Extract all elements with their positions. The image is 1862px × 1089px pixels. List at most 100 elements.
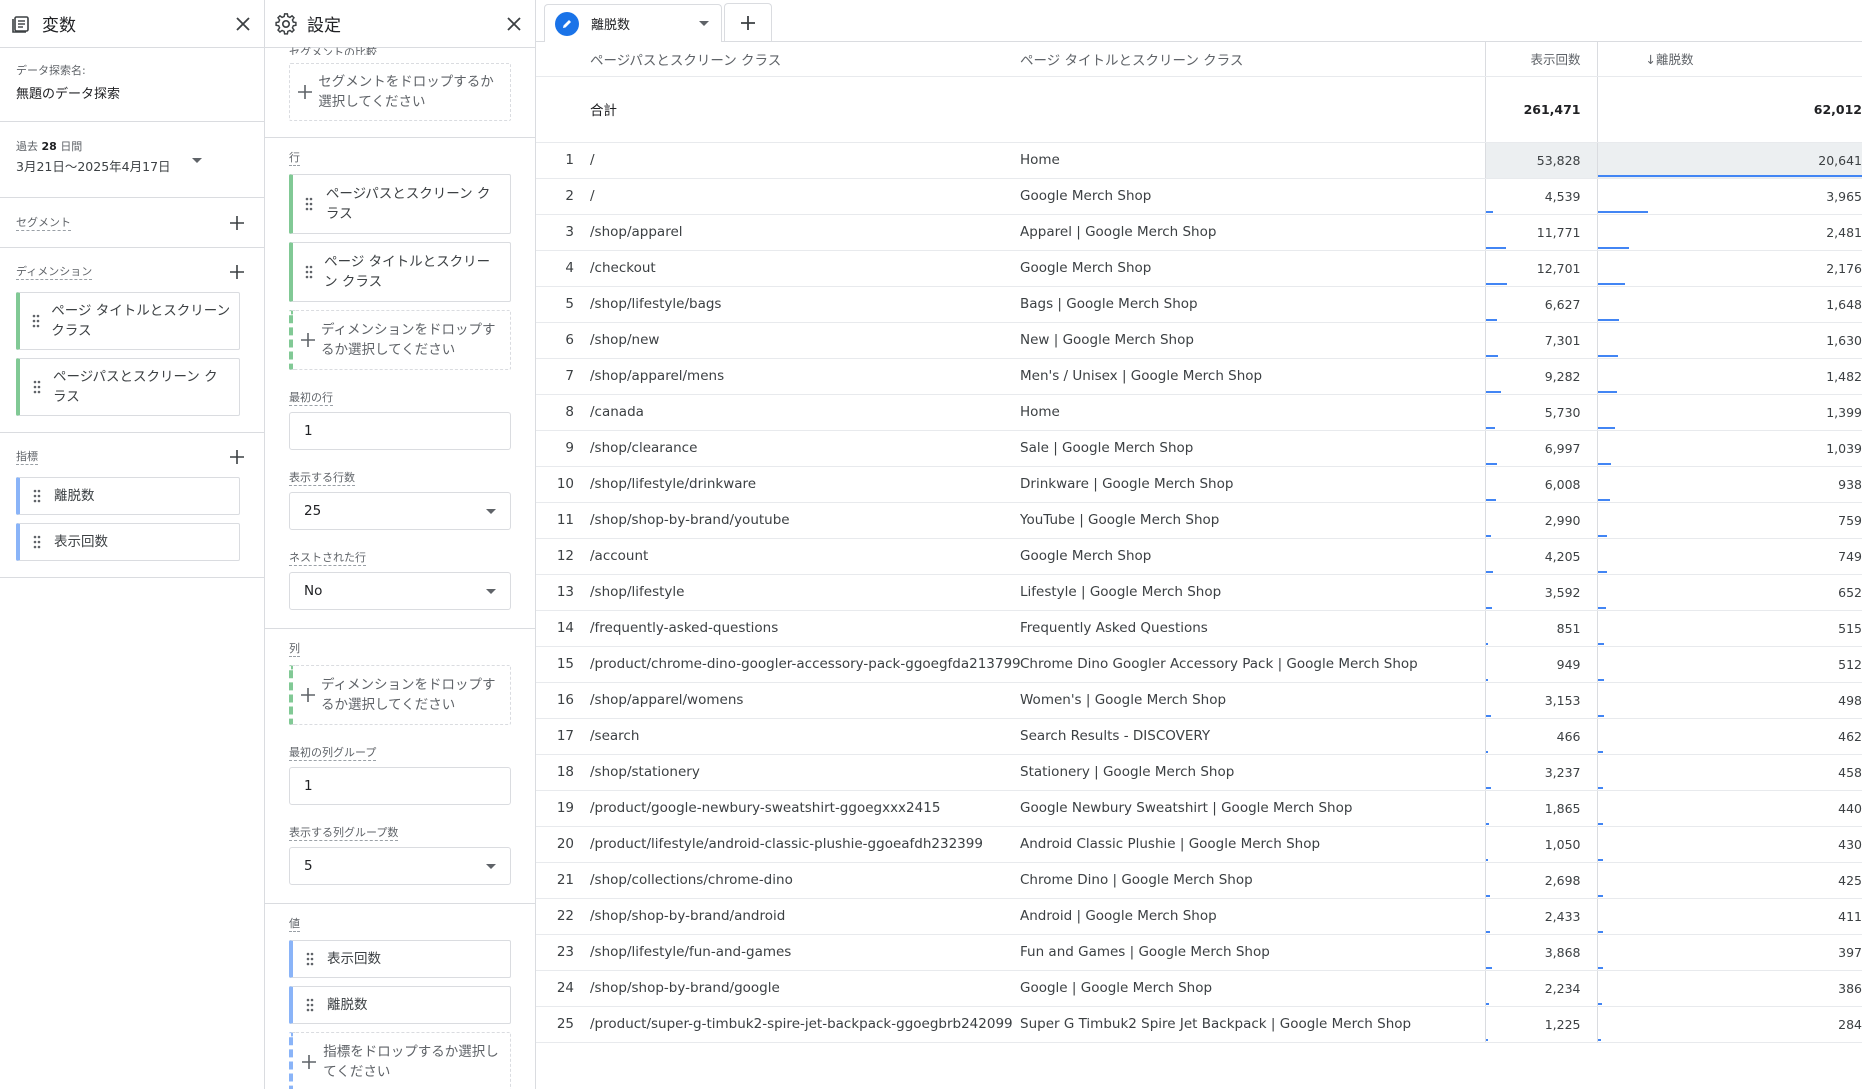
table-row[interactable]: 8/canada Home 5,730 1,399 xyxy=(536,394,1862,431)
table-row[interactable]: 20/product/lifestyle/android-classic-plu… xyxy=(536,826,1862,863)
header-views[interactable]: 表示回数 xyxy=(1484,42,1597,77)
close-icon[interactable] xyxy=(232,13,254,35)
dimension-chip[interactable]: ページ タイトルとスクリーン クラス xyxy=(16,292,240,350)
table-row[interactable]: 25/product/super-g-timbuk2-spire-jet-bac… xyxy=(536,1006,1862,1043)
tab-bar: 離脱数 xyxy=(536,0,1862,42)
show-col-groups-select[interactable]: 5 xyxy=(289,847,511,885)
cell-views: 3,237 xyxy=(1484,754,1597,791)
exits-bar xyxy=(1598,714,1604,717)
cell-path: /shop/lifestyle/drinkware xyxy=(590,466,1020,503)
cell-views: 6,008 xyxy=(1484,466,1597,503)
row-index: 16 xyxy=(536,682,590,719)
table-row[interactable]: 10/shop/lifestyle/drinkware Drinkware | G… xyxy=(536,466,1862,503)
table-row[interactable]: 17/search Search Results - DISCOVERY 466 46… xyxy=(536,718,1862,755)
date-range: 3月21日～2025年4月17日 xyxy=(16,159,171,174)
table-row[interactable]: 5/shop/lifestyle/bags Bags | Google Merch… xyxy=(536,286,1862,323)
add-dimension-button[interactable] xyxy=(226,261,248,283)
row-chip-label: ページ タイトルとスクリーン クラス xyxy=(324,254,491,290)
table-row[interactable]: 12/account Google Merch Shop 4,205 749 xyxy=(536,538,1862,575)
segment-drop-zone[interactable]: セグメントをドロップするか選択してください xyxy=(289,63,511,121)
show-rows-select[interactable]: 25 xyxy=(289,492,511,530)
header-exits[interactable]: ↓離脱数 xyxy=(1596,42,1862,77)
exploration-name[interactable]: 無題のデータ探索 xyxy=(16,83,248,102)
row-index: 2 xyxy=(536,178,590,215)
cell-views: 12,701 xyxy=(1484,250,1597,287)
dimensions-section: ディメンション ページ タイトルとスクリーン クラス ページパスとスクリーン ク… xyxy=(0,248,264,433)
table-row[interactable]: 7/shop/apparel/mens Men's / Unisex | Goog… xyxy=(536,358,1862,395)
cell-views: 11,771 xyxy=(1484,214,1597,251)
exploration-name-label: データ探索名: xyxy=(16,64,86,77)
header-title[interactable]: ページ タイトルとスクリーン クラス xyxy=(1020,42,1485,77)
table-row[interactable]: 22/shop/shop-by-brand/android Android | G… xyxy=(536,898,1862,935)
value-chip-label: 離脱数 xyxy=(327,997,368,1013)
drag-handle-icon[interactable] xyxy=(30,380,43,394)
row-chip[interactable]: ページ タイトルとスクリーン クラス xyxy=(289,242,511,302)
views-bar xyxy=(1486,678,1488,681)
drag-handle-icon[interactable] xyxy=(303,265,314,279)
row-index: 21 xyxy=(536,862,590,899)
row-chip[interactable]: ページパスとスクリーン クラス xyxy=(289,174,511,234)
cell-path: /shop/lifestyle/bags xyxy=(590,286,1020,323)
drag-handle-icon[interactable] xyxy=(303,998,317,1012)
table-row[interactable]: 11/shop/shop-by-brand/youtube YouTube | G… xyxy=(536,502,1862,539)
drag-handle-icon[interactable] xyxy=(30,489,44,503)
table-row[interactable]: 2/Google Merch Shop 4,539 3,965 xyxy=(536,178,1862,215)
first-col-group-input[interactable]: 1 xyxy=(289,767,511,805)
table-row[interactable]: 21/shop/collections/chrome-dino Chrome Di… xyxy=(536,862,1862,899)
exits-bar xyxy=(1598,606,1606,609)
tab-exits[interactable]: 離脱数 xyxy=(544,4,722,42)
nested-rows-label: ネストされた行 xyxy=(289,551,366,566)
table-row[interactable]: 16/shop/apparel/womens Women's | Google M… xyxy=(536,682,1862,719)
table-row[interactable]: 24/shop/shop-by-brand/google Google | Goo… xyxy=(536,970,1862,1007)
nested-rows-select[interactable]: No xyxy=(289,572,511,610)
cell-title: Lifestyle | Google Merch Shop xyxy=(1020,574,1485,611)
cell-exits: 284 xyxy=(1596,1006,1862,1043)
table-row[interactable]: 9/shop/clearance Sale | Google Merch Shop… xyxy=(536,430,1862,467)
add-segment-button[interactable] xyxy=(226,212,248,234)
table-row[interactable]: 3/shop/apparel Apparel | Google Merch Sho… xyxy=(536,214,1862,251)
show-rows-label: 表示する行数 xyxy=(289,471,355,486)
close-icon[interactable] xyxy=(503,13,525,35)
drag-handle-icon[interactable] xyxy=(30,314,41,328)
table-row[interactable]: 18/shop/stationery Stationery | Google Me… xyxy=(536,754,1862,791)
table-row[interactable]: 14/frequently-asked-questions Frequently … xyxy=(536,610,1862,647)
value-drop-zone[interactable]: 指標をドロップするか選択してください xyxy=(289,1032,511,1089)
dimension-chip[interactable]: ページパスとスクリーン クラス xyxy=(16,358,240,416)
drag-handle-icon[interactable] xyxy=(303,197,316,211)
exploration-name-section: データ探索名: 無題のデータ探索 xyxy=(0,48,264,122)
date-range-section[interactable]: 過去 28 日間 3月21日～2025年4月17日 xyxy=(0,122,264,198)
cell-path: /canada xyxy=(590,394,1020,431)
drag-handle-icon[interactable] xyxy=(303,952,317,966)
table-row[interactable]: 4/checkout Google Merch Shop 12,701 2,176 xyxy=(536,250,1862,287)
table-row[interactable]: 6/shop/new New | Google Merch Shop 7,301 1,… xyxy=(536,322,1862,359)
exits-bar xyxy=(1598,786,1604,789)
header-path[interactable]: ページパスとスクリーン クラス xyxy=(590,42,1020,77)
row-drop-zone[interactable]: ディメンションをドロップするか選択してください xyxy=(289,310,511,370)
first-row-input[interactable]: 1 xyxy=(289,412,511,450)
cell-exits: 2,481 xyxy=(1596,214,1862,251)
exits-bar xyxy=(1598,210,1649,213)
cell-title: Search Results - DISCOVERY xyxy=(1020,718,1485,755)
cell-title: Frequently Asked Questions xyxy=(1020,610,1485,647)
add-metric-button[interactable] xyxy=(226,446,248,468)
table-row[interactable]: 23/shop/lifestyle/fun-and-games Fun and G… xyxy=(536,934,1862,971)
value-chip[interactable]: 離脱数 xyxy=(289,986,511,1024)
cell-views: 1,050 xyxy=(1484,826,1597,863)
table-row[interactable]: 1/Home 53,828 20,641 xyxy=(536,142,1862,179)
table-row[interactable]: 13/shop/lifestyle Lifestyle | Google Merc… xyxy=(536,574,1862,611)
cell-title: Apparel | Google Merch Shop xyxy=(1020,214,1485,251)
table-row[interactable]: 15/product/chrome-dino-googler-accessory… xyxy=(536,646,1862,683)
chevron-down-icon[interactable] xyxy=(192,158,202,163)
views-bar xyxy=(1486,534,1491,537)
column-drop-zone[interactable]: ディメンションをドロップするか選択してください xyxy=(289,665,511,725)
value-drop-text: 指標をドロップするか選択してください xyxy=(323,1044,499,1080)
metric-chip[interactable]: 表示回数 xyxy=(16,523,240,561)
add-tab-button[interactable] xyxy=(724,3,772,41)
chevron-down-icon[interactable] xyxy=(699,21,709,26)
metric-chip[interactable]: 離脱数 xyxy=(16,477,240,515)
gear-icon xyxy=(275,12,297,35)
columns-label: 列 xyxy=(289,642,300,657)
drag-handle-icon[interactable] xyxy=(30,535,44,549)
table-row[interactable]: 19/product/google-newbury-sweatshirt-ggo… xyxy=(536,790,1862,827)
value-chip[interactable]: 表示回数 xyxy=(289,940,511,978)
